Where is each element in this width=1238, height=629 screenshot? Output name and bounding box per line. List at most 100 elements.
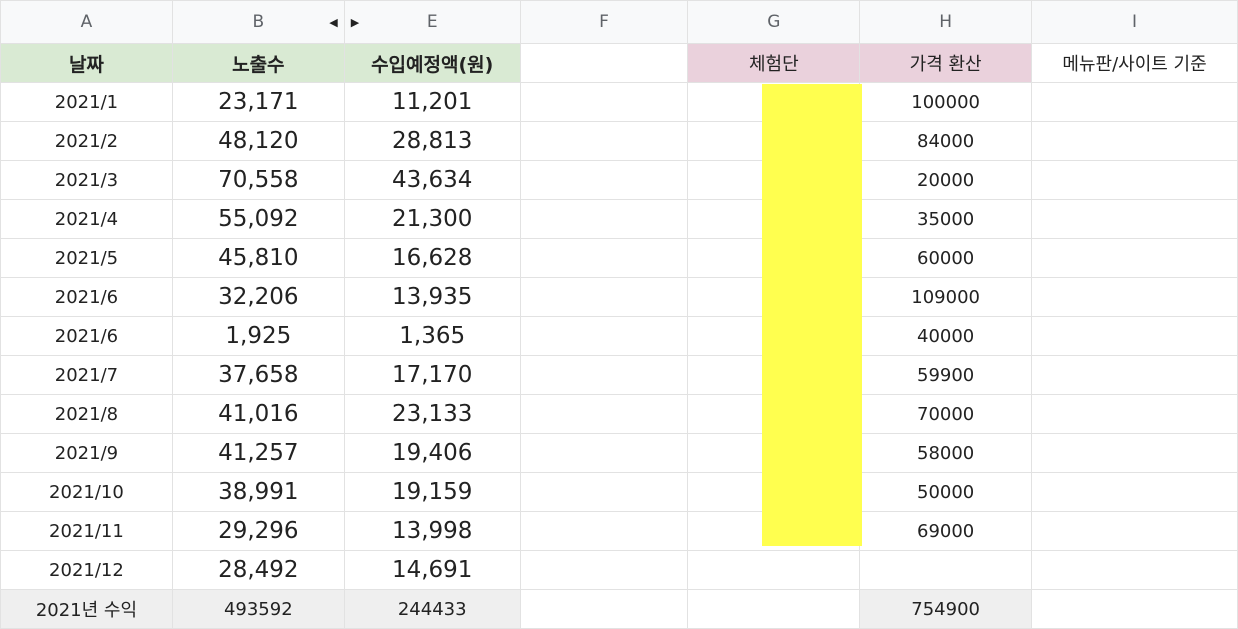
cell-empty-f[interactable] (519, 394, 689, 434)
cell-date[interactable]: 2021/6 (0, 277, 173, 317)
cell-empty-i[interactable] (1031, 394, 1238, 434)
cell-price[interactable]: 35000 (859, 199, 1033, 239)
cell-impressions[interactable]: 37,658 (171, 355, 345, 395)
cell-price[interactable]: 69000 (859, 511, 1033, 551)
collapse-left-arrow-icon[interactable]: ◀ (329, 16, 337, 29)
cell-empty-f[interactable] (519, 589, 689, 629)
cell-empty-i[interactable] (1031, 121, 1238, 161)
cell-price[interactable]: 20000 (859, 160, 1033, 200)
cell-impressions[interactable]: 41,016 (171, 394, 345, 434)
cell-impressions[interactable]: 28,492 (171, 550, 345, 590)
cell-empty-i[interactable] (1031, 511, 1238, 551)
cell-price-header[interactable]: 가격 환산 (859, 43, 1033, 83)
expand-right-arrow-icon[interactable]: ▶ (351, 16, 359, 29)
cell-impressions[interactable]: 55,092 (171, 199, 345, 239)
cell-f-header[interactable] (519, 43, 689, 83)
cell-impressions[interactable]: 32,206 (171, 277, 345, 317)
cell-empty-f[interactable] (519, 355, 689, 395)
cell-empty-f[interactable] (519, 160, 689, 200)
column-header-e[interactable]: ▶ E (343, 0, 521, 44)
cell-impressions[interactable]: 38,991 (171, 472, 345, 512)
cell-empty-i[interactable] (1031, 199, 1238, 239)
cell-date[interactable]: 2021/4 (0, 199, 173, 239)
column-header-a[interactable]: A (0, 0, 173, 44)
cell-empty-f[interactable] (519, 199, 689, 239)
cell-income[interactable]: 43,634 (343, 160, 521, 200)
cell-total-label[interactable]: 2021년 수익 (0, 589, 173, 629)
cell-impressions[interactable]: 48,120 (171, 121, 345, 161)
column-header-i[interactable]: I (1031, 0, 1238, 44)
cell-date[interactable]: 2021/6 (0, 316, 173, 356)
cell-income[interactable]: 13,935 (343, 277, 521, 317)
cell-date[interactable]: 2021/12 (0, 550, 173, 590)
cell-price[interactable]: 40000 (859, 316, 1033, 356)
cell-total-impressions[interactable]: 493592 (171, 589, 345, 629)
cell-income[interactable]: 14,691 (343, 550, 521, 590)
cell-impressions-header[interactable]: 노출수 (171, 43, 345, 83)
cell-empty-i[interactable] (1031, 316, 1238, 356)
cell-income[interactable]: 21,300 (343, 199, 521, 239)
cell-impressions[interactable]: 41,257 (171, 433, 345, 473)
cell-price[interactable]: 109000 (859, 277, 1033, 317)
cell-total-income[interactable]: 244433 (343, 589, 521, 629)
cell-empty-f[interactable] (519, 433, 689, 473)
cell-total-price[interactable]: 754900 (859, 589, 1033, 629)
cell-empty-f[interactable] (519, 550, 689, 590)
column-header-h[interactable]: H (859, 0, 1033, 44)
cell-empty-i[interactable] (1031, 433, 1238, 473)
cell-date[interactable]: 2021/10 (0, 472, 173, 512)
cell-income[interactable]: 11,201 (343, 82, 521, 122)
cell-empty-f[interactable] (519, 316, 689, 356)
cell-income[interactable]: 16,628 (343, 238, 521, 278)
cell-date[interactable]: 2021/11 (0, 511, 173, 551)
cell-empty-f[interactable] (519, 472, 689, 512)
cell-income[interactable]: 17,170 (343, 355, 521, 395)
cell-date[interactable]: 2021/7 (0, 355, 173, 395)
cell-basis-header[interactable]: 메뉴판/사이트 기준 (1031, 43, 1238, 83)
cell-group-header[interactable]: 체험단 (687, 43, 861, 83)
cell-price[interactable]: 100000 (859, 82, 1033, 122)
cell-impressions[interactable]: 45,810 (171, 238, 345, 278)
cell-price[interactable]: 50000 (859, 472, 1033, 512)
cell-impressions[interactable]: 70,558 (171, 160, 345, 200)
cell-empty-i[interactable] (1031, 550, 1238, 590)
cell-impressions[interactable]: 23,171 (171, 82, 345, 122)
cell-empty-i[interactable] (1031, 238, 1238, 278)
cell-empty-f[interactable] (519, 238, 689, 278)
cell-group-name[interactable] (687, 550, 861, 590)
cell-income[interactable]: 28,813 (343, 121, 521, 161)
cell-income[interactable]: 1,365 (343, 316, 521, 356)
cell-empty-f[interactable] (519, 82, 689, 122)
cell-impressions[interactable]: 29,296 (171, 511, 345, 551)
cell-price[interactable]: 70000 (859, 394, 1033, 434)
cell-income[interactable]: 13,998 (343, 511, 521, 551)
cell-empty-f[interactable] (519, 277, 689, 317)
column-header-b[interactable]: B ◀ (171, 0, 345, 44)
cell-date[interactable]: 2021/9 (0, 433, 173, 473)
cell-empty-f[interactable] (519, 511, 689, 551)
cell-empty-i[interactable] (1031, 82, 1238, 122)
cell-date[interactable]: 2021/1 (0, 82, 173, 122)
cell-empty-i[interactable] (1031, 355, 1238, 395)
cell-price[interactable]: 60000 (859, 238, 1033, 278)
cell-impressions[interactable]: 1,925 (171, 316, 345, 356)
cell-empty-f[interactable] (519, 121, 689, 161)
cell-price[interactable]: 59900 (859, 355, 1033, 395)
cell-price[interactable]: 58000 (859, 433, 1033, 473)
column-header-g[interactable]: G (687, 0, 861, 44)
cell-income[interactable]: 19,159 (343, 472, 521, 512)
cell-income-header[interactable]: 수입예정액(원) (343, 43, 521, 83)
cell-income[interactable]: 23,133 (343, 394, 521, 434)
cell-price[interactable] (859, 550, 1033, 590)
cell-date-header[interactable]: 날짜 (0, 43, 173, 83)
cell-price[interactable]: 84000 (859, 121, 1033, 161)
column-header-f[interactable]: F (519, 0, 689, 44)
cell-date[interactable]: 2021/8 (0, 394, 173, 434)
cell-empty-i[interactable] (1031, 160, 1238, 200)
cell-date[interactable]: 2021/2 (0, 121, 173, 161)
cell-date[interactable]: 2021/5 (0, 238, 173, 278)
cell-date[interactable]: 2021/3 (0, 160, 173, 200)
cell-empty-g[interactable] (687, 589, 861, 629)
cell-empty-i[interactable] (1031, 589, 1238, 629)
cell-empty-i[interactable] (1031, 277, 1238, 317)
